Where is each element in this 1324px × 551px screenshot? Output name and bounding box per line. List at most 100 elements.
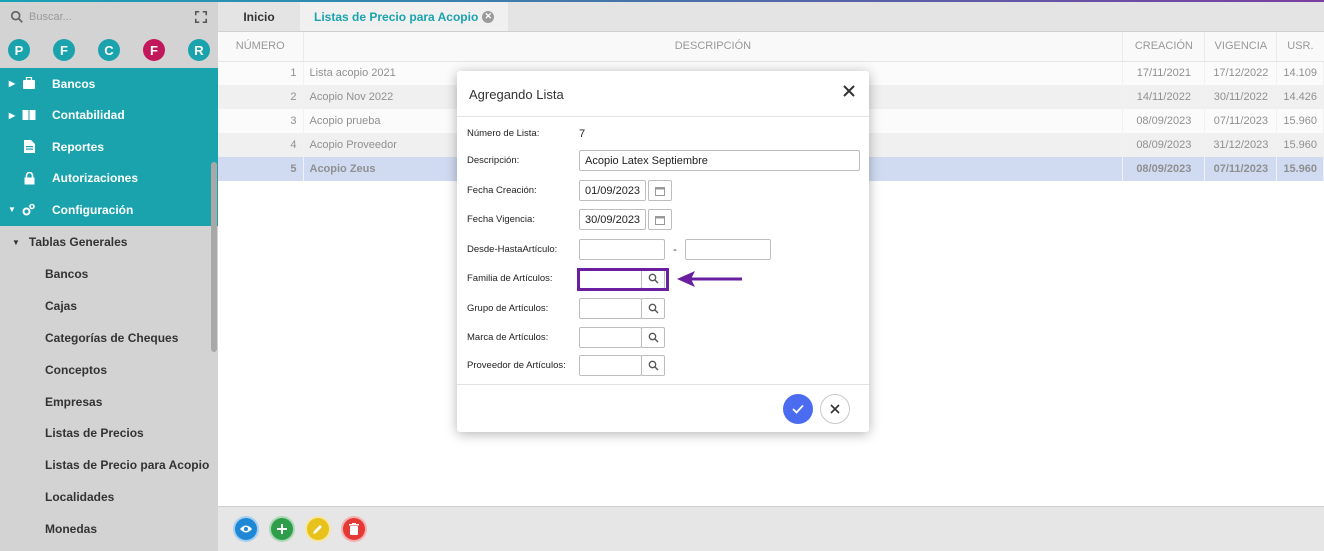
row-desde-hasta: Desde-HastaArtículo: - (467, 239, 771, 260)
caret-down-icon: ▼ (12, 237, 20, 247)
expand-icon[interactable] (194, 10, 208, 24)
calendar-icon (655, 186, 665, 196)
delete-button[interactable] (341, 516, 367, 542)
row-fecha-vigencia: Fecha Vigencia: 30/09/2023 (467, 209, 672, 230)
row-marca: Marca de Artículos: (467, 327, 665, 348)
view-button[interactable] (233, 516, 259, 542)
dialog-header: Agregando Lista (457, 71, 869, 117)
menu-item-label: Bancos (52, 76, 96, 91)
calendar-icon (655, 215, 665, 225)
fecha-creacion-label: Fecha Creación: (467, 185, 537, 196)
quick-button-c[interactable]: C (98, 39, 120, 61)
annotation-highlight-box (577, 268, 669, 291)
caret-down-icon: ▼ (8, 205, 16, 215)
menu-item-reportes[interactable]: Reportes (0, 131, 218, 163)
row-proveedor: Proveedor de Artículos: (467, 355, 665, 376)
search-placeholder[interactable]: Buscar... (29, 11, 194, 23)
menu-item-label: Autorizaciones (52, 171, 139, 186)
row-fecha-creacion: Fecha Creación: 01/09/2023 (467, 180, 672, 201)
fecha-vigencia-label: Fecha Vigencia: (467, 214, 535, 225)
trash-icon (349, 523, 359, 535)
eye-icon (240, 525, 252, 533)
grupo-label: Grupo de Artículos: (467, 303, 549, 314)
pencil-icon (313, 525, 322, 534)
familia-label: Familia de Artículos: (467, 273, 553, 284)
close-icon (830, 404, 840, 414)
sidebar-item-bancos[interactable]: Bancos (0, 259, 218, 291)
close-icon[interactable] (841, 83, 857, 99)
grupo-search-button[interactable] (641, 298, 665, 319)
fecha-creacion-field[interactable]: 01/09/2023 (579, 180, 646, 201)
edit-button[interactable] (305, 516, 331, 542)
add-button[interactable] (269, 516, 295, 542)
proveedor-label: Proveedor de Artículos: (467, 360, 566, 371)
grupo-field[interactable] (579, 298, 642, 319)
submenu-tablas-generales[interactable]: ▼ Tablas Generales (0, 226, 218, 259)
marca-search-button[interactable] (641, 327, 665, 348)
search-icon (648, 332, 658, 343)
file-icon (22, 140, 36, 154)
desde-articulo-field[interactable] (579, 239, 665, 260)
menu-item-bancos[interactable]: ▶ Bancos (0, 68, 218, 100)
sidebar-item-listas-de-precios[interactable]: Listas de Precios (0, 417, 218, 449)
action-bar (218, 506, 1324, 551)
calendar-button[interactable] (648, 180, 672, 201)
row-numero: Número de Lista: 7 (467, 123, 585, 144)
briefcase-icon (22, 77, 36, 91)
calendar-button[interactable] (648, 209, 672, 230)
sidebar-item-conceptos[interactable]: Conceptos (0, 354, 218, 386)
descripcion-field[interactable]: Acopio Latex Septiembre (579, 150, 860, 171)
numero-value: 7 (579, 127, 586, 140)
sidebar: Buscar... P F C F R ▶ Bancos ▶ Contabili… (0, 2, 218, 551)
cogs-icon (22, 203, 36, 217)
add-list-dialog: Agregando Lista Número de Lista: 7 Descr… (457, 71, 869, 432)
check-icon (792, 404, 804, 414)
confirm-button[interactable] (783, 394, 813, 424)
submenu-label: Tablas Generales (28, 235, 128, 249)
proveedor-field[interactable] (579, 355, 642, 376)
cancel-button[interactable] (820, 394, 850, 424)
tab-inicio[interactable]: Inicio (218, 2, 300, 31)
quick-button-r[interactable]: R (188, 39, 210, 61)
desde-hasta-label: Desde-HastaArtículo: (467, 244, 558, 255)
quick-button-f2[interactable]: F (143, 39, 165, 61)
tab-listas-de-precio-para-acopio[interactable]: Listas de Precio para Acopio ✕ (300, 2, 509, 31)
sidebar-item-empresas[interactable]: Empresas (0, 386, 218, 418)
marca-label: Marca de Artículos: (467, 332, 549, 343)
row-grupo: Grupo de Artículos: (467, 298, 665, 319)
sidebar-item-listas-de-precio-para-acopio[interactable]: Listas de Precio para Acopio (0, 449, 218, 481)
quick-buttons: P F C F R (0, 32, 218, 68)
proveedor-search-button[interactable] (641, 355, 665, 376)
menu-item-label: Reportes (52, 139, 105, 154)
sidebar-item-monedas[interactable]: Monedas (0, 513, 218, 545)
sidebar-item-categorias-de-cheques[interactable]: Categorías de Cheques (0, 322, 218, 354)
close-tab-icon[interactable]: ✕ (482, 10, 495, 23)
sidebar-item-localidades[interactable]: Localidades (0, 481, 218, 513)
dialog-title: Agregando Lista (469, 86, 564, 102)
tab-label: Listas de Precio para Acopio (314, 9, 479, 24)
hasta-articulo-field[interactable] (685, 239, 771, 260)
menu-item-autorizaciones[interactable]: Autorizaciones (0, 163, 218, 195)
menu-item-contabilidad[interactable]: ▶ Contabilidad (0, 100, 218, 132)
sidebar-item-cajas[interactable]: Cajas (0, 290, 218, 322)
sidebar-search[interactable]: Buscar... (0, 2, 218, 32)
main-menu: ▶ Bancos ▶ Contabilidad Reportes Autoriz… (0, 68, 218, 226)
sidebar-scrollbar[interactable] (211, 162, 217, 352)
quick-button-f[interactable]: F (53, 39, 75, 61)
marca-field[interactable] (579, 327, 642, 348)
menu-item-configuracion[interactable]: ▼ Configuración (0, 194, 218, 226)
quick-button-p[interactable]: P (8, 39, 30, 61)
search-icon (648, 360, 658, 371)
menu-item-label: Contabilidad (52, 108, 125, 123)
caret-right-icon: ▶ (8, 110, 16, 120)
range-separator: - (673, 243, 677, 256)
numero-label: Número de Lista: (467, 128, 540, 139)
dialog-footer (457, 384, 869, 432)
descripcion-label: Descripción: (467, 155, 520, 166)
annotation-arrow-icon (677, 271, 742, 287)
lock-icon (22, 171, 36, 185)
row-descripcion: Descripción: Acopio Latex Septiembre (467, 150, 860, 171)
fecha-vigencia-field[interactable]: 30/09/2023 (579, 209, 646, 230)
search-icon (10, 10, 23, 23)
plus-icon (277, 524, 287, 534)
